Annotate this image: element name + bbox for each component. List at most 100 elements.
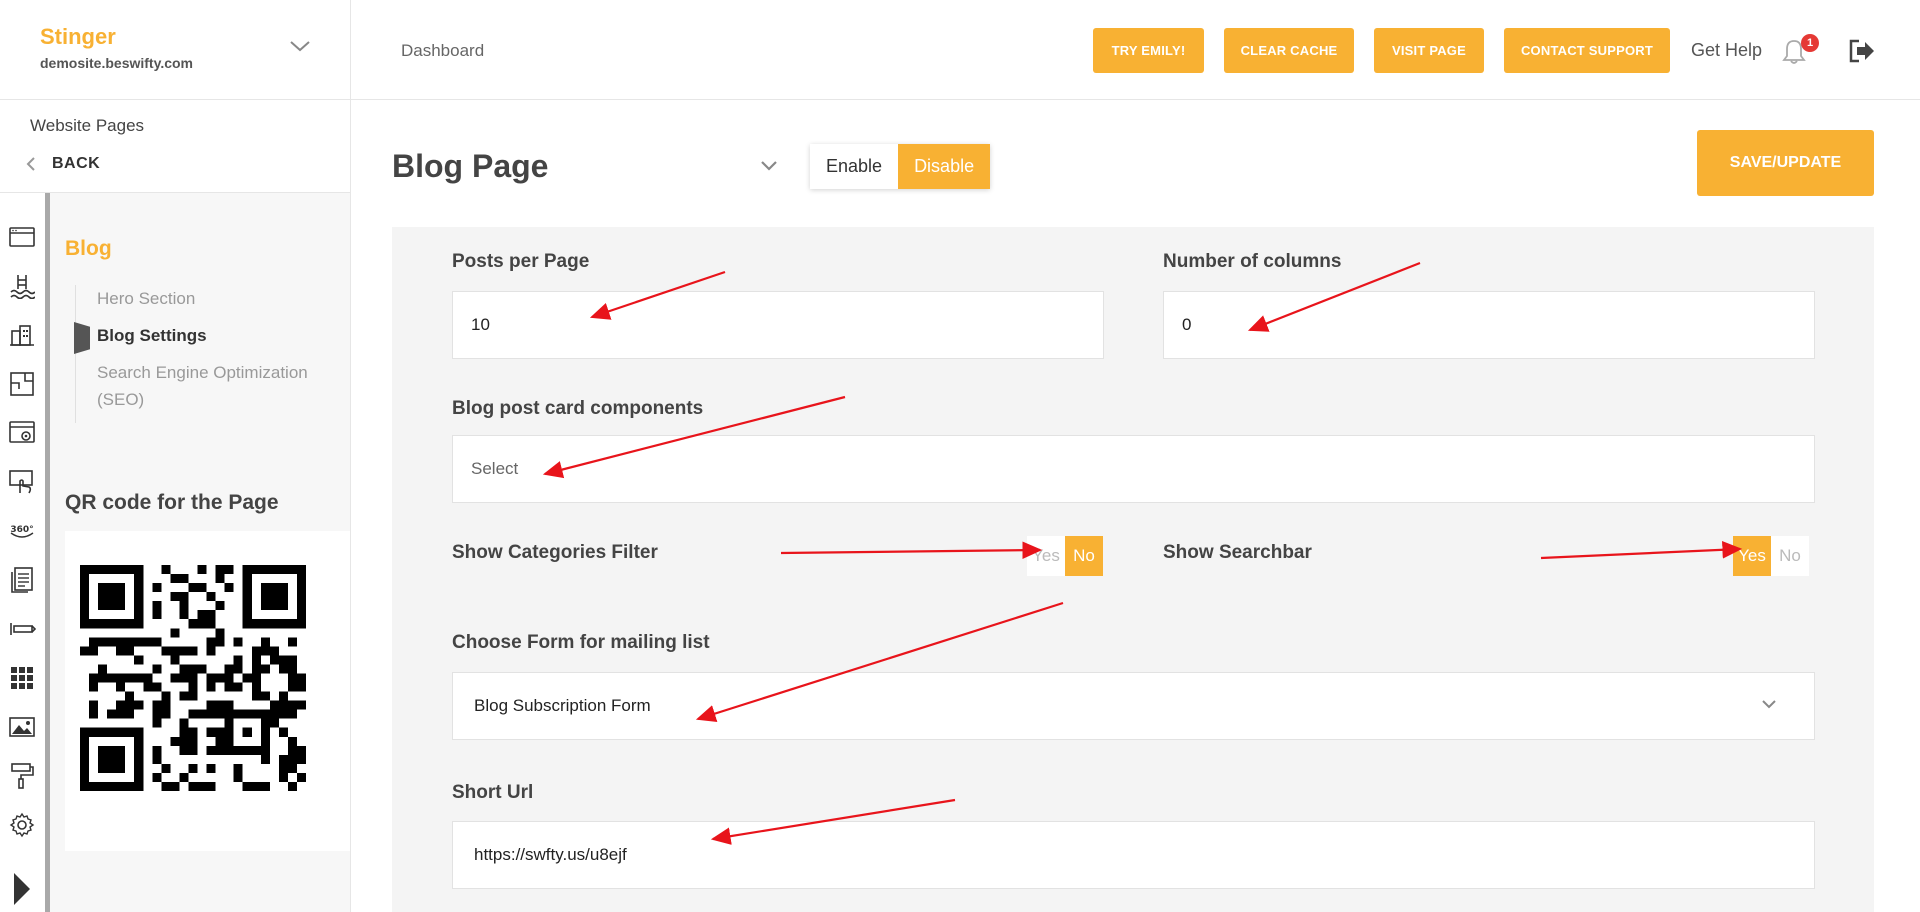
qr-module [107,727,117,737]
qr-module [260,754,270,764]
qr-module [278,601,288,611]
icon-rail[interactable]: 360° [0,193,50,912]
card-components-select[interactable]: Select [452,435,1815,503]
qr-module [98,754,108,764]
logout-icon[interactable] [1848,38,1876,64]
qr-module [134,763,144,773]
pool-icon[interactable] [8,272,36,300]
qr-module [89,781,99,791]
get-help-link[interactable]: Get Help [1691,40,1762,61]
qr-module [107,673,117,683]
qr-module [224,745,234,755]
qr-module [260,781,270,791]
qr-module [170,736,180,746]
qr-module [215,628,225,638]
qr-module [134,601,144,611]
mailing-form-select[interactable]: Blog Subscription Form [452,672,1815,740]
contact-support-button[interactable]: CONTACT SUPPORT [1504,28,1670,73]
qr-module [89,709,99,719]
qr-module [278,565,288,575]
gear-icon[interactable] [8,811,36,839]
image-gallery-icon[interactable] [8,713,36,741]
web-settings-icon[interactable] [8,419,36,447]
qr-module [152,709,162,719]
buildings-icon[interactable] [8,321,36,349]
brand-header[interactable]: Stinger demosite.beswifty.com [0,0,351,100]
qr-module [206,673,216,683]
qr-module [152,610,162,620]
categories-filter-no[interactable]: No [1065,536,1103,576]
posts-per-page-input[interactable]: 10 [452,291,1104,359]
qr-module [161,691,171,701]
qr-module [233,655,243,665]
play-icon[interactable] [14,873,30,905]
menu-item-seo[interactable]: Search Engine Optimization (SEO) [76,359,335,413]
searchbar-yes[interactable]: Yes [1733,536,1771,576]
grid-apps-icon[interactable] [8,664,36,692]
try-emily-button[interactable]: TRY EMILY! [1093,28,1204,73]
qr-module [233,682,243,692]
chevron-down-icon[interactable] [287,36,313,56]
number-of-columns-input[interactable]: 0 [1163,291,1815,359]
qr-module [206,682,216,692]
searchbar-no[interactable]: No [1771,536,1809,576]
qr-module [179,745,189,755]
touch-screen-icon[interactable] [8,468,36,496]
qr-module [260,709,270,719]
menu-item-hero-section[interactable]: Hero Section [76,285,335,312]
qr-module [287,709,297,719]
qr-module [89,700,99,710]
qr-module [260,646,270,656]
visit-page-button[interactable]: VISIT PAGE [1374,28,1484,73]
qr-module [188,709,198,719]
qr-module [269,592,279,602]
searchbar-toggle[interactable]: Yes No [1733,536,1809,576]
qr-module [206,646,216,656]
qr-module [278,583,288,593]
qr-module [116,619,126,629]
qr-module [152,601,162,611]
clear-cache-button[interactable]: CLEAR CACHE [1224,28,1354,73]
pen-tool-icon[interactable] [8,615,36,643]
view-360-icon[interactable]: 360° [8,517,36,545]
paint-roller-icon[interactable] [8,762,36,790]
qr-module [278,619,288,629]
searchbar-label: Show Searchbar [1163,542,1312,563]
qr-module [278,592,288,602]
qr-module [188,736,198,746]
qr-module [278,754,288,764]
qr-module [269,718,279,728]
qr-module [242,592,252,602]
disable-option[interactable]: Disable [898,144,991,189]
qr-module [251,619,261,629]
qr-module [179,592,189,602]
qr-module [269,709,279,719]
short-url-input[interactable]: https://swfty.us/u8ejf [452,821,1815,889]
qr-module [125,673,135,683]
browser-window-icon[interactable] [8,223,36,251]
save-update-button[interactable]: SAVE/UPDATE [1697,130,1874,196]
qr-module [251,781,261,791]
document-pages-icon[interactable] [8,566,36,594]
qr-module [224,718,234,728]
qr-module [197,619,207,629]
qr-module [179,601,189,611]
menu-item-label: Hero Section [97,289,196,308]
qr-module [107,709,117,719]
floorplan-icon[interactable] [8,370,36,398]
chevron-left-icon [26,157,35,171]
qr-module [98,565,108,575]
categories-filter-toggle[interactable]: Yes No [1027,536,1103,576]
categories-filter-yes[interactable]: Yes [1027,536,1065,576]
chevron-down-icon[interactable] [759,158,779,174]
qr-module [80,763,90,773]
qr-module [224,583,234,593]
qr-module [89,565,99,575]
qr-module [260,565,270,575]
qr-module [134,673,144,683]
menu-item-blog-settings[interactable]: Blog Settings [74,322,335,354]
enable-option[interactable]: Enable [810,144,899,189]
back-button[interactable]: BACK [26,152,100,176]
qr-module [233,745,243,755]
enable-disable-toggle[interactable]: Enable Disable [810,144,991,189]
